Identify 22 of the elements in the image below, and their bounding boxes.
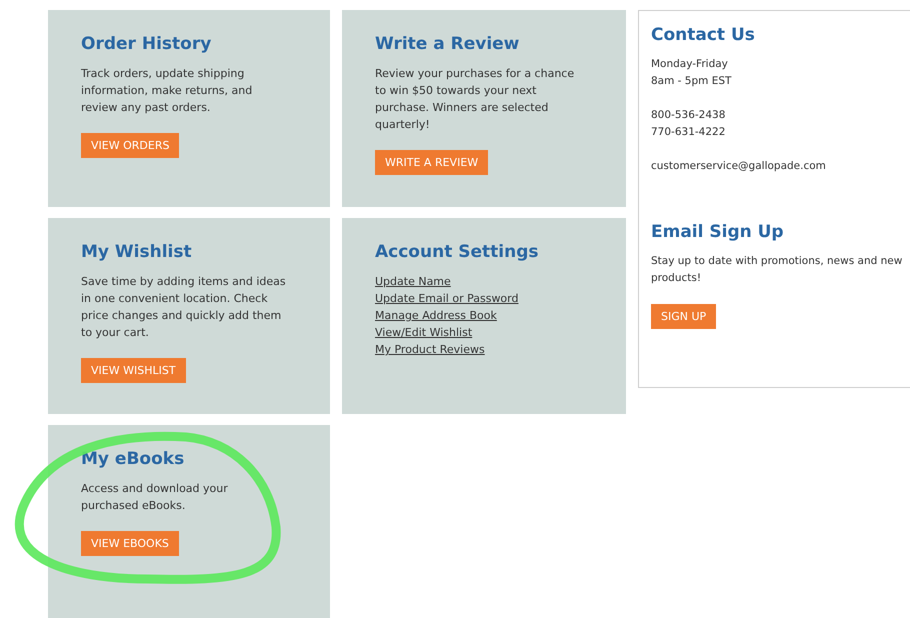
settings-link[interactable]: Update Name <box>375 273 451 290</box>
signup-description: Stay up to date with promotions, news and new products! <box>651 254 904 286</box>
card-title: Account Settings <box>375 242 538 262</box>
card-title: My Wishlist <box>81 242 192 262</box>
contact-title: Contact Us <box>651 25 755 45</box>
signup-title: Email Sign Up <box>651 222 784 242</box>
card-description: Save time by adding items and ideas in one convenient location. Check price changes and quickly add them to your cart. <box>81 274 286 341</box>
contact-text: 770-631-4222 <box>651 125 726 140</box>
contact-text: customerservice@gallopade.com <box>651 159 826 174</box>
contact-text: Monday-Friday <box>651 57 728 72</box>
card-title: My eBooks <box>81 449 184 469</box>
contact-text: 8am - 5pm EST <box>651 74 732 89</box>
card-description: Track orders, update shipping information, make returns, and review any past orders. <box>81 66 254 116</box>
card-description: Review your purchases for a chance to win $50 towards your next purchase. Winners are selected quarterly! <box>375 66 576 133</box>
settings-link[interactable]: Manage Address Book <box>375 307 497 324</box>
card-description: Access and download your purchased eBooks. <box>81 481 229 514</box>
card-title: Order History <box>81 34 212 54</box>
settings-link[interactable]: View/Edit Wishlist <box>375 324 472 341</box>
card-title: Write a Review <box>375 34 520 54</box>
settings-link[interactable]: Update Email or Password <box>375 290 518 307</box>
contact-text: 800-536-2438 <box>651 108 726 123</box>
settings-link[interactable]: My Product Reviews <box>375 341 485 358</box>
